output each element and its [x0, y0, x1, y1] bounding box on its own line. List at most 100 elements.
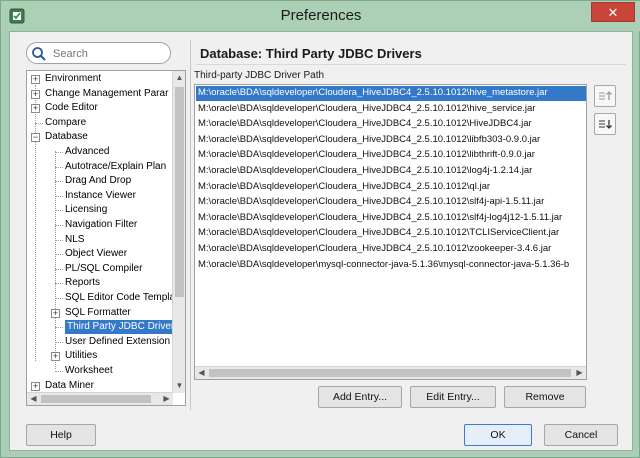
tree-item-label: Navigation Filter [65, 219, 138, 230]
pane-splitter[interactable] [190, 40, 191, 410]
expand-icon[interactable]: + [31, 104, 40, 114]
driver-path-item[interactable]: M:\oracle\BDA\sqldeveloper\mysql-connect… [196, 258, 586, 273]
move-down-icon [599, 120, 612, 129]
tree-item[interactable]: Compare [27, 116, 173, 131]
tree-item[interactable]: + SQL Formatter [27, 306, 173, 321]
scroll-up-icon[interactable]: ▲ [173, 71, 185, 85]
tree-item-label: Change Management Parar [45, 87, 169, 99]
driver-path-item[interactable]: M:\oracle\BDA\sqldeveloper\Cloudera_Hive… [196, 133, 586, 148]
tree-connector [55, 268, 63, 270]
expand-icon[interactable]: + [31, 75, 40, 84]
move-up-button[interactable] [594, 85, 616, 107]
collapse-icon[interactable]: − [31, 133, 40, 143]
driver-path-item[interactable]: M:\oracle\BDA\sqldeveloper\Cloudera_Hive… [196, 195, 586, 210]
tree-item[interactable]: Licensing [27, 203, 173, 218]
tree-item-label: Instance Viewer [65, 189, 136, 201]
ok-button[interactable]: OK [464, 424, 532, 446]
tree-item-label: Environment [45, 73, 102, 84]
scroll-right-icon[interactable]: ▶ [573, 366, 586, 379]
expand-icon[interactable]: + [31, 89, 40, 99]
tree-item[interactable]: + Environment [27, 72, 173, 87]
driver-path-item[interactable]: M:\oracle\BDA\sqldeveloper\Cloudera_Hive… [196, 117, 586, 132]
path-list-horizontal-scrollbar[interactable]: ◀ ▶ [195, 366, 586, 379]
tree-item[interactable]: − Database [27, 130, 173, 145]
driver-path-item[interactable]: M:\oracle\BDA\sqldeveloper\Cloudera_Hive… [196, 180, 586, 195]
tree-item[interactable]: + Change Management Parar [27, 87, 173, 102]
tree-item[interactable]: + Code Editor [27, 101, 173, 116]
tree-connector [55, 283, 63, 285]
tree-item[interactable]: User Defined Extension [27, 335, 173, 350]
scroll-left-icon[interactable]: ◀ [27, 392, 40, 405]
close-window-button[interactable]: ✕ [591, 2, 635, 22]
tree-item-label: Reports [65, 277, 101, 289]
tree-connector [55, 371, 63, 372]
search-icon [32, 47, 46, 61]
scroll-right-icon[interactable]: ▶ [160, 392, 173, 405]
expand-icon[interactable]: + [51, 308, 60, 318]
scroll-down-icon[interactable]: ▼ [173, 379, 185, 393]
tree-item[interactable]: Reports [27, 276, 173, 291]
tree-connector [55, 210, 63, 212]
tree-item-label: Autotrace/Explain Plan [65, 160, 167, 172]
tree-item[interactable]: + Data Miner [27, 379, 173, 394]
tree-connector [55, 239, 63, 241]
tree-item-label: PL/SQL Compiler [65, 262, 143, 274]
tree-item-label: User Defined Extension [65, 335, 171, 347]
tree-vertical-scrollbar[interactable]: ▲ ▼ [172, 71, 185, 393]
tree-item[interactable]: NLS [27, 233, 173, 248]
tree-item[interactable]: Navigation Filter [27, 218, 173, 233]
tree-item[interactable]: + Utilities [27, 349, 173, 364]
page-title: Database: Third Party JDBC Drivers [200, 46, 422, 61]
close-icon: ✕ [607, 5, 619, 20]
search-box[interactable] [26, 42, 171, 64]
tree-item-label: Database [45, 131, 88, 143]
driver-path-item[interactable]: M:\oracle\BDA\sqldeveloper\Cloudera_Hive… [196, 86, 586, 101]
cancel-button[interactable]: Cancel [544, 424, 618, 446]
move-up-icon [599, 91, 612, 100]
tree-item[interactable]: SQL Editor Code Templa [27, 291, 173, 306]
remove-button[interactable]: Remove [504, 386, 586, 408]
tree-item-label: Data Miner [45, 379, 94, 391]
tree-item-label: Advanced [65, 146, 110, 157]
tree-horizontal-scrollbar[interactable]: ◀ ▶ [27, 392, 173, 405]
driver-path-item[interactable]: M:\oracle\BDA\sqldeveloper\Cloudera_Hive… [196, 242, 586, 257]
tree-item[interactable]: Worksheet [27, 364, 173, 379]
tree-item[interactable]: Instance Viewer [27, 189, 173, 204]
tree-item-label: Utilities [65, 350, 98, 362]
path-list-horizontal-thumb[interactable] [209, 369, 571, 377]
edit-entry-button[interactable]: Edit Entry... [410, 386, 496, 408]
tree-horizontal-thumb[interactable] [41, 395, 151, 403]
tree-item[interactable]: Drag And Drop [27, 174, 173, 189]
tree-vertical-thumb[interactable] [175, 87, 184, 297]
scroll-left-icon[interactable]: ◀ [195, 366, 208, 379]
tree-item[interactable]: Third Party JDBC Driver [27, 320, 173, 335]
tree-item-label: Compare [45, 116, 87, 128]
driver-path-item[interactable]: M:\oracle\BDA\sqldeveloper\Cloudera_Hive… [196, 102, 586, 117]
expand-icon[interactable]: + [31, 381, 40, 391]
help-button[interactable]: Help [26, 424, 96, 446]
driver-path-list[interactable]: M:\oracle\BDA\sqldeveloper\Cloudera_Hive… [194, 84, 587, 380]
preferences-window: Preferences ✕ + Environment + Change Manage… [0, 0, 640, 458]
tree-connector [55, 254, 63, 256]
driver-path-label: Third-party JDBC Driver Path [194, 70, 325, 81]
preferences-tree[interactable]: + Environment + Change Management Parar + Cod… [26, 70, 186, 406]
tree-connector [35, 122, 43, 124]
driver-path-item[interactable]: M:\oracle\BDA\sqldeveloper\Cloudera_Hive… [196, 164, 586, 179]
tree-item[interactable]: PL/SQL Compiler [27, 262, 173, 277]
tree-item-label: SQL Formatter [65, 306, 131, 318]
tree-item-label: Code Editor [45, 102, 98, 114]
driver-path-item[interactable]: M:\oracle\BDA\sqldeveloper\Cloudera_Hive… [196, 148, 586, 163]
driver-path-item[interactable]: M:\oracle\BDA\sqldeveloper\Cloudera_Hive… [196, 211, 586, 226]
tree-item[interactable]: Object Viewer [27, 247, 173, 262]
tree-connector [55, 195, 63, 197]
search-input[interactable] [53, 46, 163, 61]
tree-item[interactable]: Autotrace/Explain Plan [27, 160, 173, 175]
move-down-button[interactable] [594, 113, 616, 135]
window-title: Preferences [280, 7, 362, 24]
add-entry-button[interactable]: Add Entry... [318, 386, 402, 408]
dialog-body: + Environment + Change Management Parar + Cod… [9, 31, 633, 451]
driver-path-item[interactable]: M:\oracle\BDA\sqldeveloper\Cloudera_Hive… [196, 226, 586, 241]
expand-icon[interactable]: + [51, 352, 60, 362]
title-bar[interactable]: Preferences ✕ [1, 1, 640, 31]
tree-item[interactable]: Advanced [27, 145, 173, 160]
